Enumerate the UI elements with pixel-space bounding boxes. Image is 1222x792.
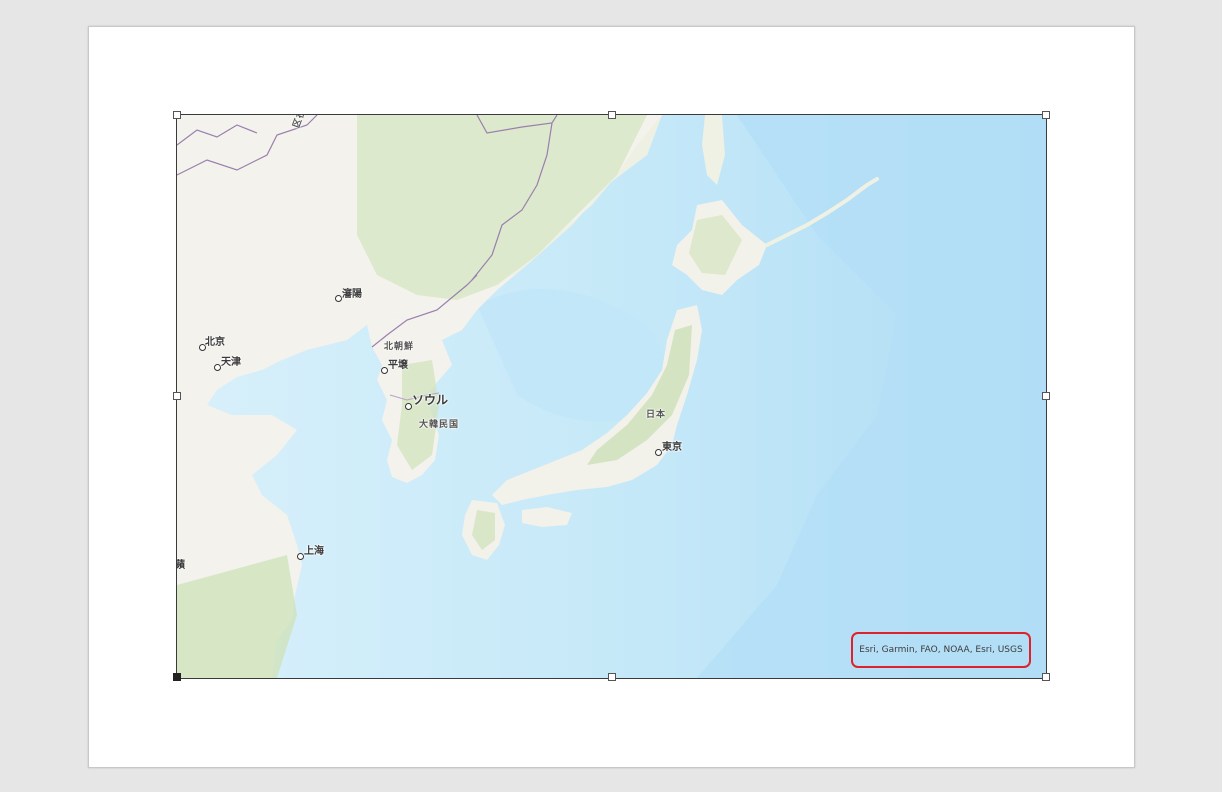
label-shenyang: 瀋陽 [342,289,362,300]
seoul-marker [405,403,412,410]
label-tokyo: 東京 [662,442,682,453]
map-basemap [177,115,1046,678]
label-edge-fragment: 蘋 [176,560,185,571]
shenyang-marker [335,295,342,302]
map-frame[interactable]: 北京 天津 瀋陽 北朝鮮 平壌 ソウル 大韓民国 上海 日本 東京 区在 蘋 [176,114,1047,679]
resize-handle-middle-right[interactable] [1042,392,1050,400]
label-beijing: 北京 [205,337,225,348]
resize-handle-bottom-right[interactable] [1042,673,1050,681]
resize-handle-top-left[interactable] [173,111,181,119]
resize-handle-bottom-center[interactable] [608,673,616,681]
label-seoul: ソウル [412,393,449,407]
label-shanghai: 上海 [304,546,324,557]
label-north-korea: 北朝鮮 [384,342,415,352]
label-pyongyang: 平壌 [388,360,408,371]
shanghai-marker [297,553,304,560]
label-tianjin: 天津 [221,357,241,368]
resize-handle-top-center[interactable] [608,111,616,119]
resize-handle-middle-left[interactable] [173,392,181,400]
pyongyang-marker [381,367,388,374]
label-south-korea: 大韓民国 [419,420,460,430]
anchor-handle-bottom-left[interactable] [173,673,181,681]
attribution-text[interactable]: Esri, Garmin, FAO, NOAA, Esri, USGS [851,632,1031,668]
tokyo-marker [655,449,662,456]
label-japan: 日本 [646,410,667,420]
resize-handle-top-right[interactable] [1042,111,1050,119]
tianjin-marker [214,364,221,371]
